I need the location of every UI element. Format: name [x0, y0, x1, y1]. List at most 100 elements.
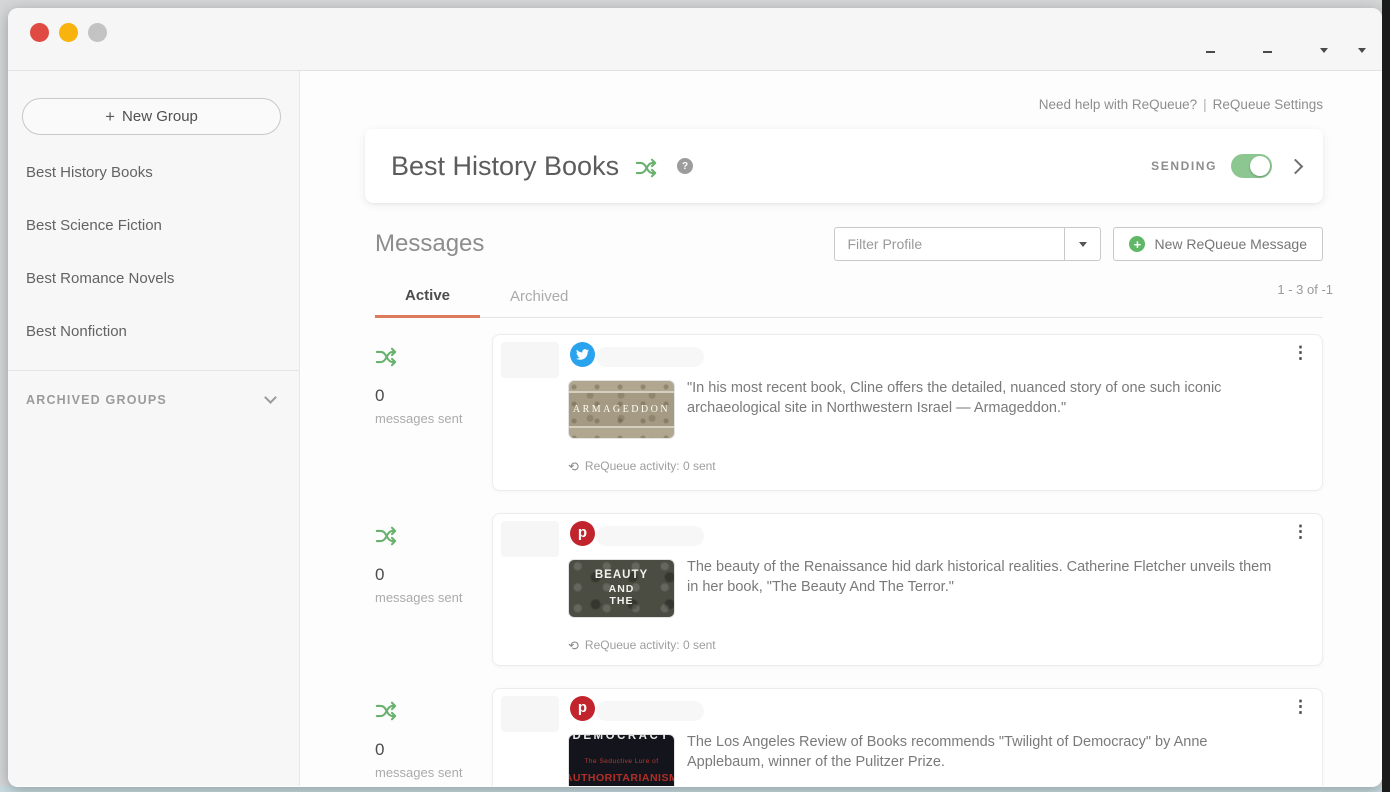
message-card: ⋮ p BEAUTY AND THE The beauty of the Ren… — [492, 513, 1323, 666]
link-thumbnail-twilight-of-democracy: DEMOCRACY The Seductive Lure of AUTHORIT… — [568, 734, 675, 786]
archived-groups-toggle[interactable]: ARCHIVED GROUPS — [8, 371, 299, 407]
group-list: Best History Books Best Science Fiction … — [8, 146, 299, 358]
shuffle-icon — [375, 701, 397, 721]
messages-sent-count: 0 — [375, 565, 385, 584]
messages-heading: Messages — [375, 230, 485, 257]
clipped-app-header: ReQueue — [24, 45, 324, 55]
kebab-menu-icon[interactable]: ⋮ — [1292, 344, 1309, 361]
messages-sent-count: 0 — [375, 740, 385, 759]
avatar — [501, 696, 559, 732]
history-icon: ⟲ — [568, 458, 579, 474]
message-row: 0 messages sent ⋮ p — [365, 513, 1323, 666]
sending-toggle[interactable] — [1231, 154, 1272, 178]
desktop-background: ReQueue + New Group Best — [0, 0, 1390, 792]
plus-icon: + — [105, 106, 116, 126]
thumbnail-title: AUTHORITARIANISM — [568, 772, 675, 784]
messages-sent-count: 0 — [375, 386, 385, 405]
pinterest-icon: p — [570, 521, 595, 546]
message-meta: 0 messages sent — [365, 334, 492, 491]
message-meta: 0 messages sent — [365, 513, 492, 666]
sidebar-item-best-nonfiction[interactable]: Best Nonfiction — [8, 305, 299, 358]
tab-archived[interactable]: Archived — [480, 275, 598, 317]
chevron-down-icon — [1358, 48, 1366, 53]
avatar — [501, 521, 559, 557]
message-text: "In his most recent book, Cline offers t… — [687, 380, 1222, 416]
sending-label: SENDING — [1151, 159, 1217, 173]
profile-name-placeholder — [596, 526, 704, 546]
tab-active[interactable]: Active — [375, 275, 481, 318]
message-text: The Los Angeles Review of Books recommen… — [687, 734, 1208, 770]
group-title: Best History Books — [391, 150, 620, 181]
message-meta: 0 messages sent — [365, 688, 492, 786]
filter-profile-value: Filter Profile — [847, 236, 923, 252]
profile-name-placeholder — [596, 701, 704, 721]
message-row: 0 messages sent ⋮ ARMAGEDDON "In his mos… — [365, 334, 1323, 491]
requeue-activity: ⟲ ReQueue activity: 0 sent — [568, 638, 1306, 652]
archived-groups-label: ARCHIVED GROUPS — [26, 393, 167, 407]
link-thumbnail-beauty-and-the-terror: BEAUTY AND THE — [568, 559, 675, 618]
select-caret-box[interactable] — [1064, 228, 1100, 260]
new-group-button[interactable]: + New Group — [22, 98, 281, 135]
shuffle-icon[interactable] — [635, 157, 657, 179]
message-text: The beauty of the Renaissance hid dark h… — [687, 559, 1272, 595]
message-media: p BEAUTY AND THE — [568, 521, 704, 618]
new-requeue-message-button[interactable]: + New ReQueue Message — [1113, 227, 1323, 261]
messages-sent-label: messages sent — [375, 765, 463, 780]
messages-tabs: Active Archived 1 - 3 of -1 — [375, 275, 1333, 318]
pagination-label: 1 - 3 of -1 — [1277, 282, 1333, 297]
kebab-menu-icon[interactable]: ⋮ — [1292, 698, 1309, 715]
chevron-right-icon[interactable] — [1287, 158, 1304, 174]
toolbar-icon-clipped — [1263, 51, 1272, 53]
groups-sidebar: + New Group Best History Books Best Scie… — [8, 71, 300, 786]
traffic-lights — [8, 8, 1382, 42]
shuffle-icon — [375, 347, 397, 367]
message-card: ⋮ p DEMOCRACY The Seductive Lure of AUTH… — [492, 688, 1323, 786]
messages-sent-label: messages sent — [375, 590, 463, 605]
shuffle-icon — [375, 526, 397, 546]
help-bar-separator: | — [1203, 97, 1207, 112]
window-titlebar: ReQueue — [8, 8, 1382, 71]
desktop-right-strip — [1382, 0, 1390, 792]
messages-sent-label: messages sent — [375, 411, 463, 426]
plus-circle-icon: + — [1129, 236, 1146, 252]
thumbnail-subtitle: The Seductive Lure of — [584, 758, 659, 765]
new-group-label: New Group — [122, 108, 198, 125]
profile-name-placeholder — [596, 347, 704, 367]
twitter-icon — [570, 342, 595, 367]
chevron-down-icon — [1320, 48, 1328, 53]
main-content: Need help with ReQueue? | ReQueue Settings… — [300, 71, 1382, 786]
zoom-window-button[interactable] — [88, 23, 107, 42]
activity-label: ReQueue activity: 0 sent — [584, 638, 716, 652]
close-window-button[interactable] — [30, 23, 49, 42]
kebab-menu-icon[interactable]: ⋮ — [1292, 523, 1309, 540]
chevron-down-icon — [264, 391, 277, 404]
need-help-link[interactable]: Need help with ReQueue? — [1039, 97, 1197, 112]
toggle-knob — [1250, 156, 1270, 176]
toolbar-icon-clipped — [1206, 51, 1215, 53]
pinterest-icon: p — [570, 696, 595, 721]
help-icon[interactable]: ? — [677, 158, 694, 174]
activity-label: ReQueue activity: 0 sent — [584, 459, 716, 473]
help-bar: Need help with ReQueue? | ReQueue Settings — [365, 97, 1323, 112]
clipped-toolbar-icons — [1206, 48, 1366, 56]
requeue-settings-link[interactable]: ReQueue Settings — [1213, 97, 1323, 112]
message-media: p DEMOCRACY The Seductive Lure of AUTHOR… — [568, 696, 704, 786]
minimize-window-button[interactable] — [59, 23, 78, 42]
history-icon: ⟲ — [568, 637, 579, 653]
new-requeue-message-label: New ReQueue Message — [1154, 236, 1307, 252]
message-card: ⋮ ARMAGEDDON "In his most recent book, C… — [492, 334, 1323, 491]
thumbnail-line: AND — [608, 582, 635, 595]
link-thumbnail-armageddon: ARMAGEDDON — [568, 380, 675, 439]
filter-profile-select[interactable]: Filter Profile — [834, 227, 1102, 261]
caret-down-icon — [1078, 241, 1087, 247]
thumbnail-title: ARMAGEDDON — [569, 393, 674, 426]
sidebar-item-best-science-fiction[interactable]: Best Science Fiction — [8, 199, 299, 252]
sidebar-item-best-romance-novels[interactable]: Best Romance Novels — [8, 252, 299, 305]
group-header-card: Best History Books ? SENDING — [365, 129, 1323, 203]
thumbnail-line: THE — [609, 595, 634, 608]
sidebar-item-best-history-books[interactable]: Best History Books — [8, 146, 299, 199]
thumbnail-line: BEAUTY — [594, 569, 649, 581]
message-media: ARMAGEDDON — [568, 342, 704, 439]
requeue-activity: ⟲ ReQueue activity: 0 sent — [568, 459, 1306, 473]
messages-toolbar: Messages Filter Profile + New ReQueue Me… — [365, 227, 1323, 261]
